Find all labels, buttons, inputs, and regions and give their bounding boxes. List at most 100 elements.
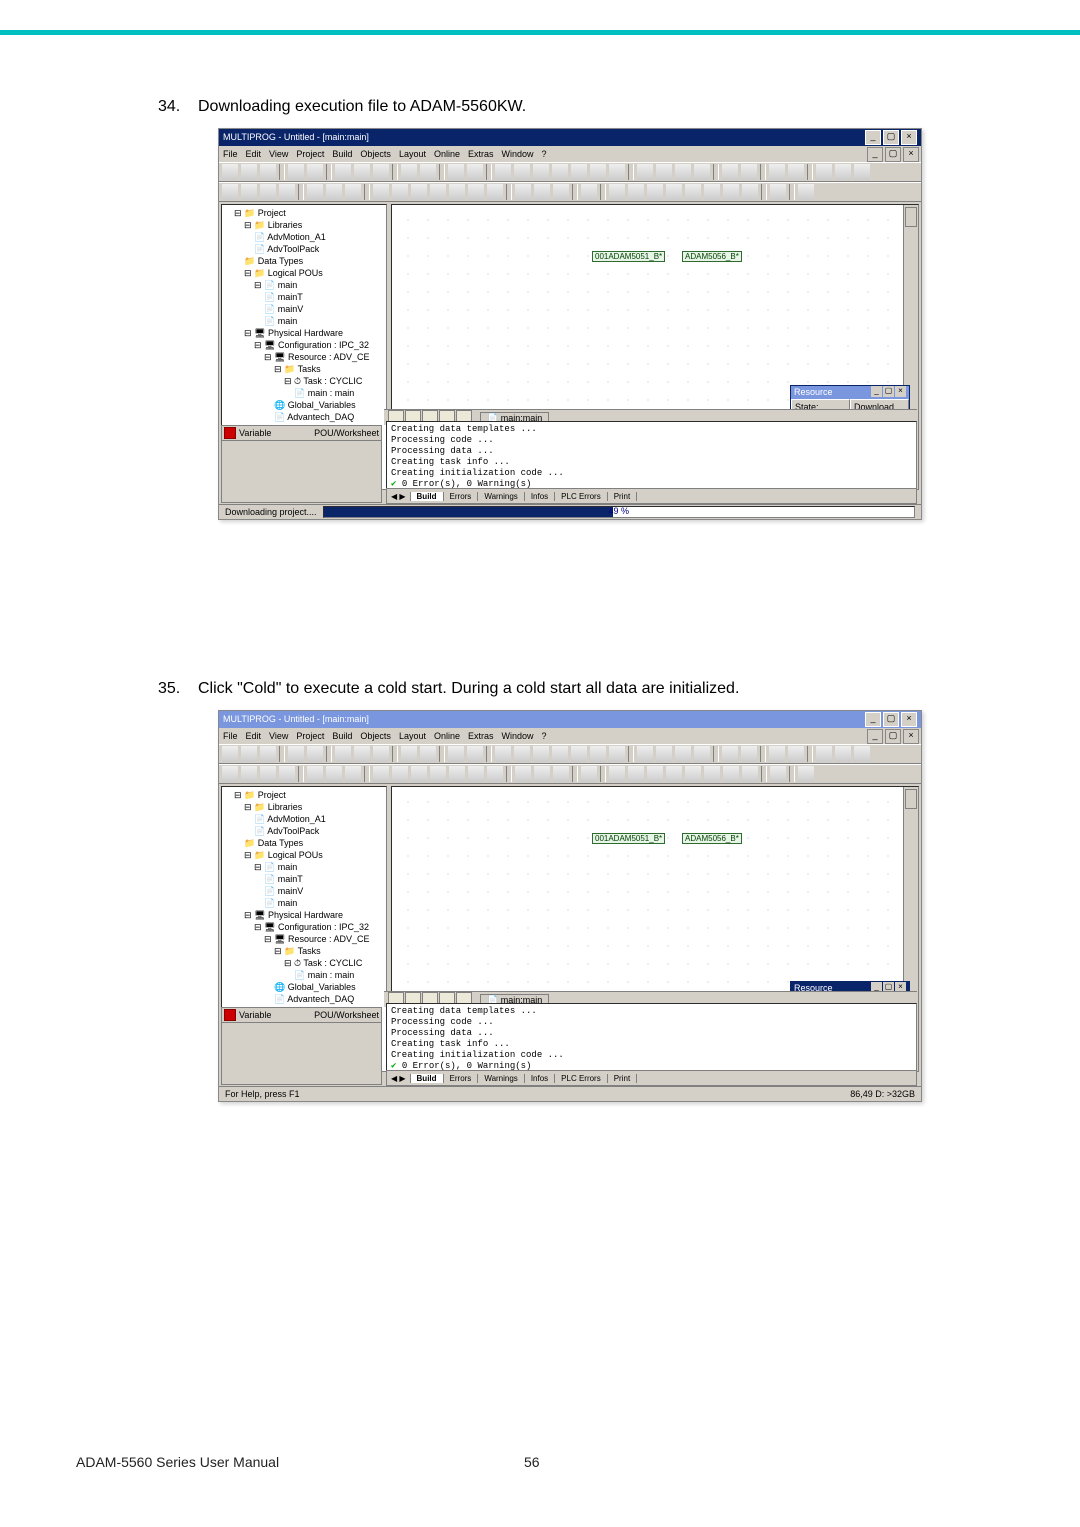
tool-icon[interactable]: [834, 745, 852, 763]
menu-online[interactable]: Online: [434, 149, 460, 159]
tool-icon[interactable]: [570, 163, 588, 181]
console-tab-errors[interactable]: Errors: [444, 1074, 479, 1083]
toolbar-1[interactable]: [219, 162, 921, 182]
tool-icon[interactable]: [589, 163, 607, 181]
tree-main-child[interactable]: main: [278, 316, 298, 326]
menu-help[interactable]: ?: [542, 731, 547, 741]
tool-icon[interactable]: [655, 163, 673, 181]
console-tab-plc-errors[interactable]: PLC Errors: [555, 492, 608, 501]
tree-task-cyclic[interactable]: Task : CYCLIC: [303, 958, 362, 968]
tree-lib-advtoolpack[interactable]: AdvToolPack: [267, 244, 319, 254]
tool-icon[interactable]: [448, 765, 466, 783]
tool-icon[interactable]: [665, 765, 683, 783]
menu-project[interactable]: Project: [296, 149, 324, 159]
tool-icon[interactable]: [372, 765, 390, 783]
tree-libraries[interactable]: Libraries: [268, 220, 303, 230]
tool-icon[interactable]: [514, 183, 532, 201]
tool-icon[interactable]: [608, 765, 626, 783]
tool-icon[interactable]: [221, 183, 239, 201]
tool-icon[interactable]: [334, 163, 352, 181]
console-tabs[interactable]: ◀ ▶ Build Errors Warnings Infos PLC Erro…: [386, 1070, 917, 1086]
console-tab-plc-errors[interactable]: PLC Errors: [555, 1074, 608, 1083]
tool-icon[interactable]: [410, 765, 428, 783]
tool-icon[interactable]: [853, 163, 871, 181]
tool-icon[interactable]: [787, 745, 805, 763]
tool-icon[interactable]: [703, 183, 721, 201]
child-close-button[interactable]: ×: [903, 147, 919, 162]
fbd-block-adam5056[interactable]: ADAM5056_B*: [682, 833, 742, 844]
tool-icon[interactable]: [353, 163, 371, 181]
tool-icon[interactable]: [306, 163, 324, 181]
window-titlebar[interactable]: MULTIPROG - Untitled - [main:main] _ ▢ ×: [219, 129, 921, 146]
menu-layout[interactable]: Layout: [399, 149, 426, 159]
console-tab-errors[interactable]: Errors: [444, 492, 479, 501]
tool-icon[interactable]: [552, 765, 570, 783]
tool-icon[interactable]: [853, 745, 871, 763]
tool-icon[interactable]: [467, 183, 485, 201]
toolbar-1[interactable]: [219, 744, 921, 764]
tool-icon[interactable]: [400, 163, 418, 181]
menu-objects[interactable]: Objects: [360, 731, 391, 741]
tool-icon[interactable]: [259, 765, 277, 783]
tree-data-types[interactable]: Data Types: [258, 838, 303, 848]
tool-icon[interactable]: [400, 745, 418, 763]
tool-icon[interactable]: [551, 745, 569, 763]
tool-icon[interactable]: [372, 163, 390, 181]
variable-pane[interactable]: Variable POU/Worksheet: [221, 1007, 382, 1085]
tool-icon[interactable]: [306, 765, 324, 783]
tool-icon[interactable]: [287, 163, 305, 181]
maximize-button[interactable]: ▢: [883, 130, 899, 145]
menu-build[interactable]: Build: [332, 149, 352, 159]
tool-icon[interactable]: [278, 183, 296, 201]
menu-objects[interactable]: Objects: [360, 149, 391, 159]
menu-help[interactable]: ?: [542, 149, 547, 159]
menu-edit[interactable]: Edit: [246, 731, 262, 741]
tool-icon[interactable]: [674, 745, 692, 763]
child-close-button[interactable]: ×: [903, 729, 919, 744]
tool-icon[interactable]: [353, 745, 371, 763]
tree-lib-advmotion[interactable]: AdvMotion_A1: [267, 814, 326, 824]
tool-icon[interactable]: [608, 183, 626, 201]
menu-window[interactable]: Window: [502, 731, 534, 741]
tool-icon[interactable]: [259, 745, 277, 763]
console-tab-print[interactable]: Print: [608, 1074, 637, 1083]
console-tab-warnings[interactable]: Warnings: [478, 1074, 525, 1083]
tool-icon[interactable]: [769, 183, 787, 201]
menu-window[interactable]: Window: [502, 149, 534, 159]
toolbar-2[interactable]: [219, 764, 921, 784]
tool-icon[interactable]: [240, 745, 258, 763]
tool-icon[interactable]: [768, 745, 786, 763]
tool-icon[interactable]: [703, 765, 721, 783]
tool-icon[interactable]: [693, 745, 711, 763]
tree-mainv[interactable]: mainV: [278, 886, 304, 896]
tree-mainv[interactable]: mainV: [278, 304, 304, 314]
tool-icon[interactable]: [466, 745, 484, 763]
tool-icon[interactable]: [240, 163, 258, 181]
tool-icon[interactable]: [448, 183, 466, 201]
tool-icon[interactable]: [551, 163, 569, 181]
tool-icon[interactable]: [721, 163, 739, 181]
tool-icon[interactable]: [278, 765, 296, 783]
tool-icon[interactable]: [221, 765, 239, 783]
window-titlebar[interactable]: MULTIPROG - Untitled - [main:main] _ ▢ ×: [219, 711, 921, 728]
tool-icon[interactable]: [533, 183, 551, 201]
console-tab-infos[interactable]: Infos: [525, 492, 555, 501]
tool-icon[interactable]: [486, 183, 504, 201]
tree-advantech-daq[interactable]: Advantech_DAQ: [287, 412, 354, 422]
tree-configuration[interactable]: Configuration : IPC_32: [278, 922, 369, 932]
tool-icon[interactable]: [834, 163, 852, 181]
tree-resource[interactable]: Resource : ADV_CE: [288, 934, 370, 944]
tool-icon[interactable]: [721, 745, 739, 763]
tool-icon[interactable]: [447, 745, 465, 763]
tool-icon[interactable]: [372, 183, 390, 201]
menu-extras[interactable]: Extras: [468, 731, 494, 741]
tool-icon[interactable]: [486, 765, 504, 783]
close-button[interactable]: ×: [901, 130, 917, 145]
tool-icon[interactable]: [447, 163, 465, 181]
console-tab-build[interactable]: Build: [411, 1074, 444, 1083]
tree-maint[interactable]: mainT: [278, 874, 303, 884]
tool-icon[interactable]: [494, 745, 512, 763]
tool-icon[interactable]: [494, 163, 512, 181]
toolbar-2[interactable]: [219, 182, 921, 202]
tool-icon[interactable]: [334, 745, 352, 763]
